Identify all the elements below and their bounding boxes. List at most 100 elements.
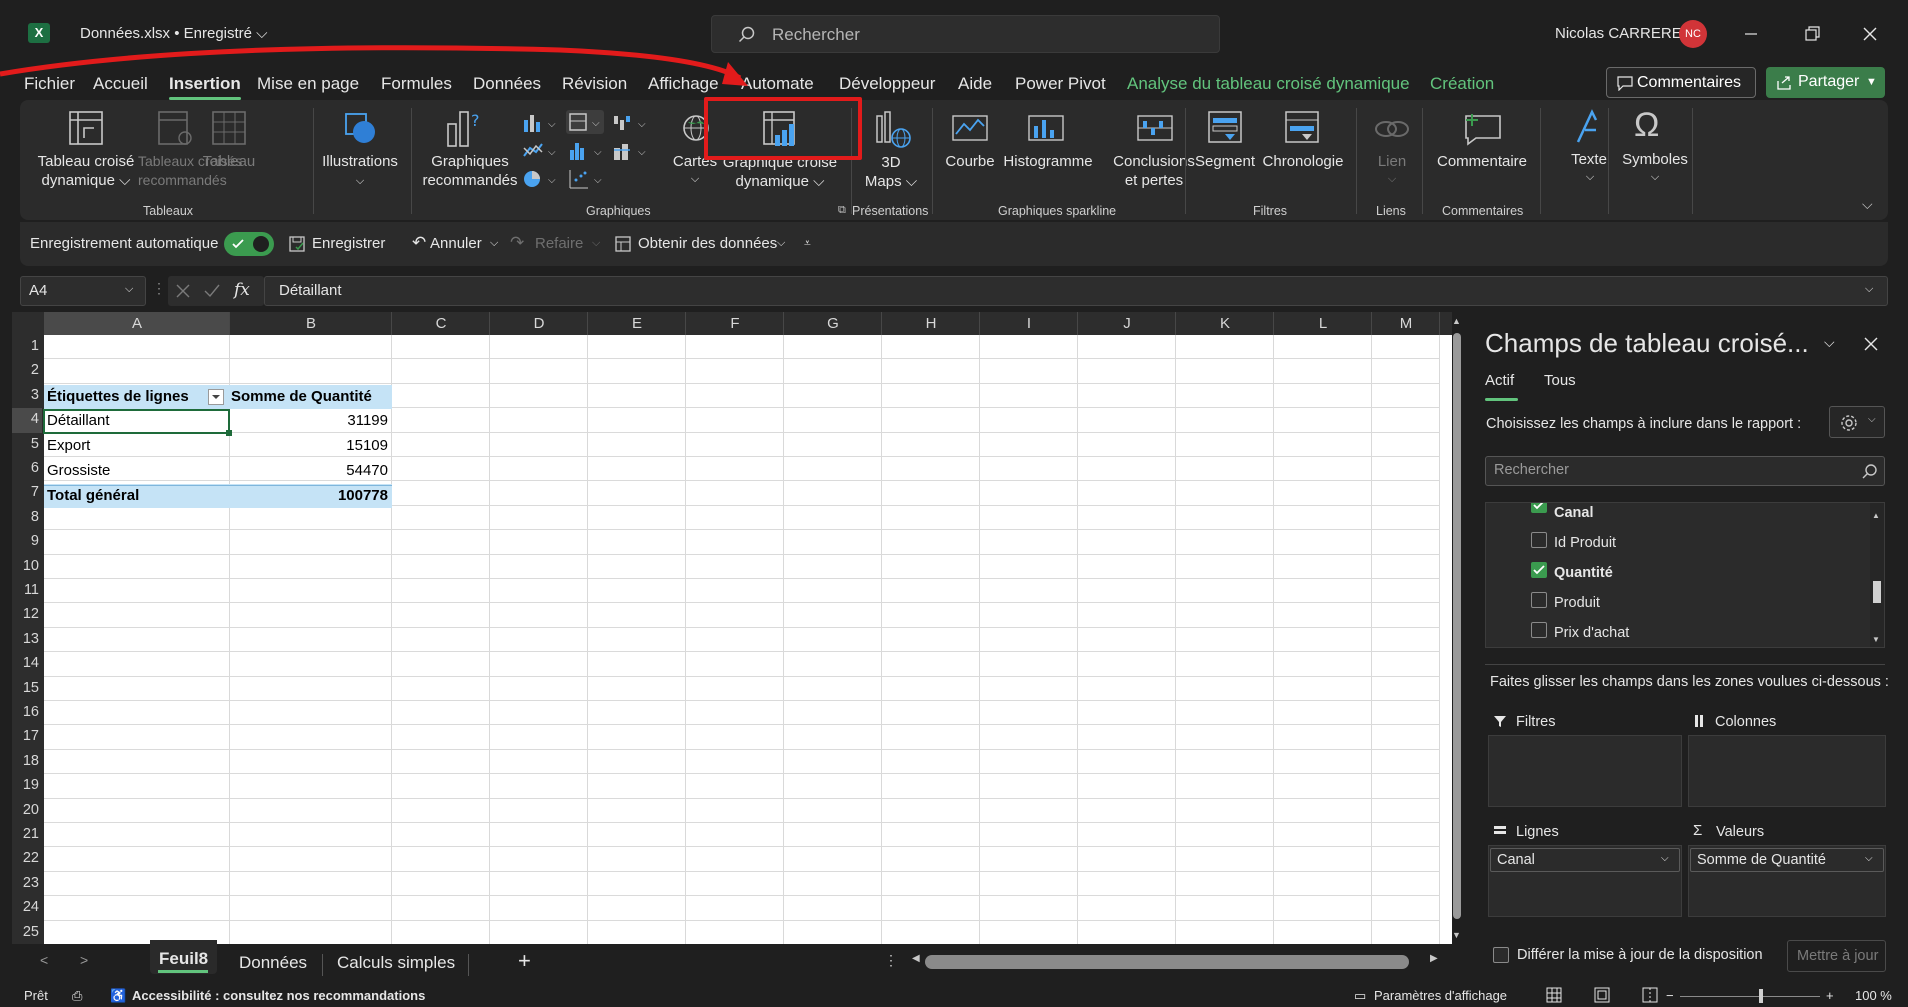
get-data-button[interactable]: Obtenir des données <box>638 235 777 252</box>
field-checkbox[interactable] <box>1531 562 1547 578</box>
row-header-16[interactable]: 16 <box>12 704 42 720</box>
row-header-4[interactable]: 4 <box>12 408 42 433</box>
column-header-c[interactable]: C <box>392 315 490 332</box>
name-box[interactable]: A4 ⌵ <box>20 276 146 306</box>
scroll-down-icon[interactable]: ▼ <box>1872 635 1880 644</box>
scroll-left-icon[interactable]: ◀ <box>912 953 920 964</box>
rows-field-pill[interactable]: Canal ⌵ <box>1490 848 1680 872</box>
row-header-22[interactable]: 22 <box>12 850 42 866</box>
scatter-chart-icon[interactable]: ⌵ <box>568 168 606 190</box>
pivot-total-value[interactable]: 100778 <box>290 487 388 504</box>
zoom-slider-thumb[interactable] <box>1759 989 1763 1003</box>
enter-formula-icon[interactable] <box>204 284 220 298</box>
row-header-8[interactable]: 8 <box>12 509 42 525</box>
accessibility-status[interactable]: Accessibilité : consultez nos recommanda… <box>132 988 425 1003</box>
next-sheet-icon[interactable]: > <box>80 952 88 968</box>
undo-button[interactable]: Annuler <box>430 235 482 252</box>
customize-qat-icon[interactable]: ⩡ <box>804 236 811 251</box>
pivot-total-label[interactable]: Total général <box>47 487 139 504</box>
pivot-row-value[interactable]: 15109 <box>290 437 388 454</box>
zoom-slider-track[interactable] <box>1680 996 1820 997</box>
restore-button[interactable] <box>1792 16 1832 52</box>
pivot-row-value[interactable]: 54470 <box>290 462 388 479</box>
field-item[interactable]: Produit <box>1554 595 1600 611</box>
row-header-17[interactable]: 17 <box>12 728 42 744</box>
add-sheet-icon[interactable]: + <box>518 948 531 974</box>
redo-button[interactable]: Refaire <box>535 235 583 252</box>
row-header-5[interactable]: 5 <box>12 436 42 452</box>
field-item[interactable]: Prix d'achat <box>1554 625 1629 641</box>
row-header-3[interactable]: 3 <box>12 387 42 403</box>
row-header-11[interactable]: 11 <box>12 582 42 598</box>
scroll-right-icon[interactable]: ▶ <box>1430 953 1438 964</box>
comments-button[interactable]: Commentaires <box>1606 67 1756 98</box>
pivot-row-label[interactable]: Grossiste <box>47 462 110 479</box>
panel-options-chevron-icon[interactable]: ⌵ <box>1824 334 1835 351</box>
tab-actif[interactable]: Actif <box>1485 372 1514 389</box>
sheet-tab-calculs[interactable]: Calculs simples <box>337 953 455 973</box>
field-item[interactable]: Quantité <box>1554 565 1613 581</box>
user-name[interactable]: Nicolas CARRERE <box>1555 25 1682 42</box>
redo-dropdown-icon[interactable]: ⌵ <box>592 237 600 250</box>
collapse-ribbon-icon[interactable]: ⌵ <box>1862 196 1873 213</box>
comment-button[interactable]: Commentaire <box>1430 152 1534 171</box>
tab-analyse-tcd[interactable]: Analyse du tableau croisé dynamique <box>1127 74 1410 94</box>
row-header-14[interactable]: 14 <box>12 655 42 671</box>
row-header-18[interactable]: 18 <box>12 753 42 769</box>
field-checkbox[interactable] <box>1531 622 1547 638</box>
page-layout-view-icon[interactable] <box>1594 987 1610 1003</box>
column-header-l[interactable]: L <box>1274 315 1372 332</box>
table-button[interactable]: Tableau <box>202 152 256 171</box>
combo-chart-icon[interactable]: ⌵ <box>612 140 650 162</box>
column-header-k[interactable]: K <box>1176 315 1274 332</box>
column-header-f[interactable]: F <box>686 315 784 332</box>
pie-chart-icon[interactable]: ⌵ <box>522 168 560 190</box>
row-header-7[interactable]: 7 <box>12 484 42 500</box>
normal-view-icon[interactable] <box>1546 987 1562 1003</box>
recommended-charts-button[interactable]: Graphiques recommandés <box>418 152 522 190</box>
row-header-9[interactable]: 9 <box>12 533 42 549</box>
expand-formula-icon[interactable]: ⌵ <box>1865 283 1873 296</box>
field-item[interactable]: Canal <box>1554 505 1594 521</box>
timeline-button[interactable]: Chronologie <box>1260 152 1346 171</box>
column-header-g[interactable]: G <box>784 315 882 332</box>
vertical-scroll-thumb[interactable] <box>1453 333 1461 919</box>
sheet-tab-donnees[interactable]: Données <box>239 953 307 973</box>
row-header-19[interactable]: 19 <box>12 777 42 793</box>
illustrations-button[interactable]: Illustrations <box>318 152 402 171</box>
tab-aide[interactable]: Aide <box>958 74 992 94</box>
dialog-launcher-icon[interactable]: ⧉ <box>838 204 846 217</box>
tab-creation[interactable]: Création <box>1430 74 1494 94</box>
row-header-20[interactable]: 20 <box>12 802 42 818</box>
tab-power-pivot[interactable]: Power Pivot <box>1015 74 1106 94</box>
sparkline-column-button[interactable]: Histogramme <box>1000 152 1096 171</box>
sparkline-line-button[interactable]: Courbe <box>940 152 1000 171</box>
share-button[interactable]: Partager ▼ <box>1766 67 1885 98</box>
page-break-view-icon[interactable] <box>1642 987 1658 1003</box>
scroll-up-icon[interactable]: ▲ <box>1872 511 1880 520</box>
pivot-table-button[interactable]: Tableau croisé dynamique ⌵ <box>36 152 136 190</box>
column-header-e[interactable]: E <box>588 315 686 332</box>
line-chart-icon[interactable]: ⌵ <box>522 140 560 162</box>
column-chart-icon[interactable]: ⌵ <box>522 112 560 134</box>
filter-dropdown-button[interactable] <box>208 389 224 405</box>
macro-record-icon[interactable]: ⎙ <box>72 988 82 1004</box>
avatar[interactable]: NC <box>1679 20 1707 48</box>
values-field-pill[interactable]: Somme de Quantité ⌵ <box>1690 848 1884 872</box>
zoom-in-icon[interactable]: + <box>1826 988 1834 1003</box>
search-box[interactable]: Rechercher <box>711 15 1220 53</box>
column-header-j[interactable]: J <box>1078 315 1176 332</box>
field-list-scroll-thumb[interactable] <box>1873 581 1881 603</box>
row-header-23[interactable]: 23 <box>12 875 42 891</box>
columns-drop-zone[interactable] <box>1688 735 1886 807</box>
scroll-up-icon[interactable]: ▲ <box>1452 316 1461 326</box>
get-data-dropdown-icon[interactable]: ⌵ <box>777 237 785 250</box>
insert-function-button[interactable]: fx <box>234 280 250 300</box>
field-search-input[interactable]: Rechercher <box>1485 456 1885 486</box>
filters-drop-zone[interactable] <box>1488 735 1682 807</box>
update-button[interactable]: Mettre à jour <box>1787 940 1886 972</box>
field-checkbox[interactable] <box>1531 532 1547 548</box>
column-header-m[interactable]: M <box>1372 315 1440 332</box>
column-header-b[interactable]: B <box>230 315 392 332</box>
scroll-down-icon[interactable]: ▼ <box>1452 930 1461 940</box>
